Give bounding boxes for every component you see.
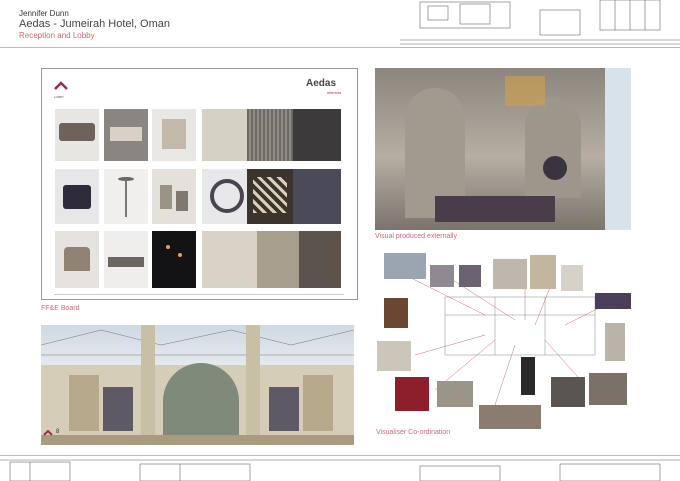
collage-sofa-2-photo	[479, 405, 541, 429]
collage-swatch-1	[430, 265, 454, 287]
lounge-chair-sample	[55, 231, 99, 288]
fabric-swatch-4	[293, 169, 341, 224]
collage-cabinet-photo	[384, 298, 408, 328]
board-footer-line	[54, 294, 344, 295]
collage-sofa-photo	[595, 293, 631, 309]
floorplan-strip-top	[400, 0, 680, 45]
collage-caption: Visualiser Co-ordination	[376, 429, 451, 436]
visualiser-collage	[375, 245, 631, 435]
board-section-label: LOBBY	[54, 95, 65, 99]
aedas-chevron-icon	[54, 81, 68, 90]
ffe-board-caption: FF&E Board	[41, 305, 80, 312]
collage-interior-photo	[493, 259, 527, 289]
armchair-sample	[55, 169, 99, 224]
sofa-sample	[55, 109, 99, 161]
stools-sample	[152, 169, 196, 224]
designer-name: Jennifer Dunn	[19, 9, 69, 18]
aedas-chevron-small-icon	[43, 429, 53, 436]
carpet-pattern-sample	[247, 169, 293, 224]
collage-exterior-photo	[384, 253, 426, 279]
ffe-board: LOBBY Aedas interiors	[41, 68, 358, 300]
chair-sample	[152, 109, 196, 161]
section-subtitle: Reception and Lobby	[19, 31, 95, 40]
fabric-swatch-1	[202, 109, 247, 161]
lobby-render	[375, 68, 631, 230]
collage-red-decor-photo	[395, 377, 429, 411]
wood-swatch	[257, 231, 299, 288]
collage-swatch-2	[459, 265, 481, 287]
aedas-logo-text: Aedas	[306, 78, 337, 89]
ring-artwork-sample	[202, 169, 247, 224]
collage-stools-photo	[551, 377, 585, 407]
collage-table-photo	[561, 265, 583, 291]
collage-accessories-photo	[589, 373, 627, 405]
collage-seating-photo	[377, 341, 411, 371]
collage-pendant-photo	[521, 357, 535, 395]
fabric-swatch-3	[293, 109, 341, 161]
lobby-elevation	[41, 325, 354, 445]
page-number: 8	[56, 429, 60, 435]
stone-swatch	[202, 231, 257, 288]
table-sample	[104, 109, 148, 161]
collage-coffee-table-photo	[437, 381, 473, 407]
header-divider	[0, 47, 680, 48]
dark-wood-swatch	[299, 231, 341, 288]
fabric-swatch-2	[247, 109, 293, 161]
side-table-sample	[104, 169, 148, 224]
collage-lantern-photo	[605, 323, 625, 361]
lighting-sample	[152, 231, 196, 288]
collage-chair-photo	[530, 255, 556, 289]
daybed-sample	[104, 231, 148, 288]
aedas-logo-sub: interiors	[327, 90, 342, 95]
footer-divider	[0, 455, 680, 456]
project-title: Aedas - Jumeirah Hotel, Oman	[19, 18, 171, 30]
render-caption: Visual produced externally	[375, 233, 457, 240]
floorplan-strip-bottom	[0, 459, 680, 481]
